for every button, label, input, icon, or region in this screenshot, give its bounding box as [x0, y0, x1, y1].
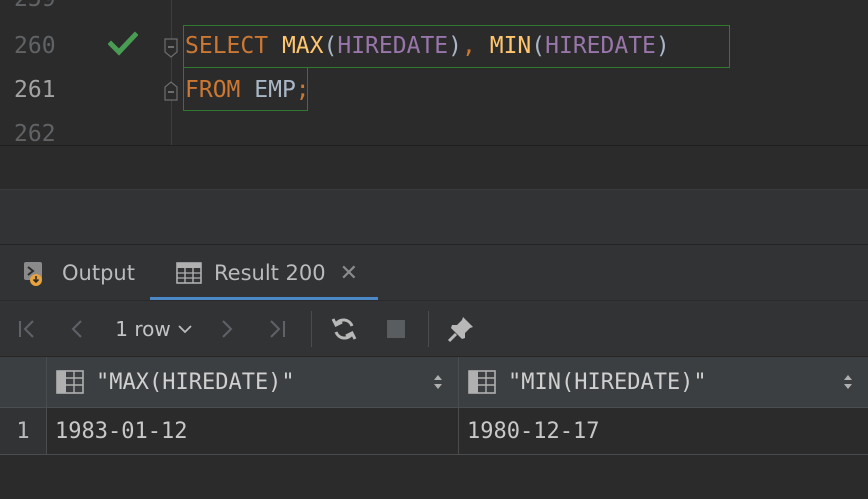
- keyword-select: SELECT: [185, 33, 269, 59]
- panel-empty-area: [0, 189, 868, 245]
- column-header-label: "MAX(HIREDATE)": [96, 369, 295, 395]
- tab-output-label: Output: [62, 261, 135, 285]
- column-icon: [56, 370, 84, 394]
- comma: ,: [462, 33, 476, 59]
- function-max: MAX: [281, 33, 324, 59]
- pin-icon: [447, 317, 473, 343]
- tab-output[interactable]: Output: [22, 245, 135, 301]
- column-icon: [468, 370, 496, 394]
- tab-result[interactable]: Result 200 ✕: [176, 245, 358, 301]
- close-icon[interactable]: ✕: [340, 261, 358, 286]
- prev-page-button[interactable]: [62, 301, 92, 357]
- line-number: 259: [14, 0, 56, 12]
- fold-close-icon[interactable]: [163, 81, 179, 101]
- toolbar-separator: [428, 311, 429, 347]
- results-tab-bar: Output Result 200 ✕: [0, 244, 868, 301]
- column-header[interactable]: "MAX(HIREDATE)": [47, 357, 458, 407]
- function-min: MIN: [489, 33, 532, 59]
- row-number[interactable]: 1: [0, 408, 46, 454]
- pin-tab-button[interactable]: [444, 301, 478, 357]
- row-count-label: 1 row: [115, 317, 171, 341]
- stop-icon: [387, 320, 405, 338]
- line-number: 260: [14, 33, 56, 59]
- last-page-button[interactable]: [262, 301, 292, 357]
- refresh-icon: [331, 318, 357, 340]
- column-header[interactable]: "MIN(HIREDATE)": [459, 357, 868, 407]
- first-page-icon: [19, 320, 34, 338]
- column-hiredate: HIREDATE: [337, 33, 449, 59]
- tab-result-label: Result 200: [214, 261, 326, 285]
- code-line-from[interactable]: FROM EMP;: [185, 77, 310, 103]
- sort-icon[interactable]: [842, 372, 854, 392]
- grid-line: [0, 454, 868, 455]
- semicolon: ;: [295, 77, 310, 103]
- chevron-down-icon: [178, 325, 192, 334]
- first-page-button[interactable]: [12, 301, 42, 357]
- sort-icon[interactable]: [432, 372, 444, 392]
- refresh-button[interactable]: [327, 301, 361, 357]
- table-icon: [176, 262, 202, 284]
- results-toolbar: 1 row: [0, 300, 868, 357]
- next-page-icon: [222, 320, 233, 338]
- column-hiredate: HIREDATE: [545, 33, 656, 59]
- column-header-label: "MIN(HIREDATE)": [508, 369, 707, 395]
- fold-open-icon[interactable]: [163, 38, 179, 58]
- stop-button[interactable]: [382, 301, 410, 357]
- toolbar-separator: [311, 311, 312, 347]
- table-cell[interactable]: 1983-01-12: [47, 408, 458, 454]
- paren: ): [448, 33, 462, 59]
- prev-page-icon: [71, 320, 82, 338]
- code-line-select[interactable]: SELECT MAX(HIREDATE), MIN(HIREDATE): [185, 33, 670, 59]
- line-number: 262: [14, 121, 56, 145]
- editor-empty-area: [0, 146, 868, 189]
- paren: (: [531, 33, 546, 59]
- paren: (: [323, 33, 338, 59]
- table-cell[interactable]: 1980-12-17: [459, 408, 868, 454]
- keyword-from: FROM: [185, 77, 241, 103]
- table-name: EMP: [254, 77, 296, 103]
- line-number: 261: [14, 77, 56, 103]
- gutter-divider: [171, 0, 172, 145]
- last-page-icon: [270, 320, 285, 338]
- check-icon: [108, 31, 138, 56]
- output-icon: [24, 262, 42, 286]
- row-count-dropdown[interactable]: 1 row: [112, 301, 196, 357]
- results-grid: "MAX(HIREDATE)" "MIN(HIREDATE)" 1 1983-0…: [0, 356, 868, 499]
- paren: ): [655, 33, 670, 59]
- row-number-header: [0, 357, 46, 407]
- sql-editor[interactable]: 259 260 261 262 SELECT MAX(HIREDATE), MI…: [0, 0, 868, 145]
- next-page-button[interactable]: [212, 301, 242, 357]
